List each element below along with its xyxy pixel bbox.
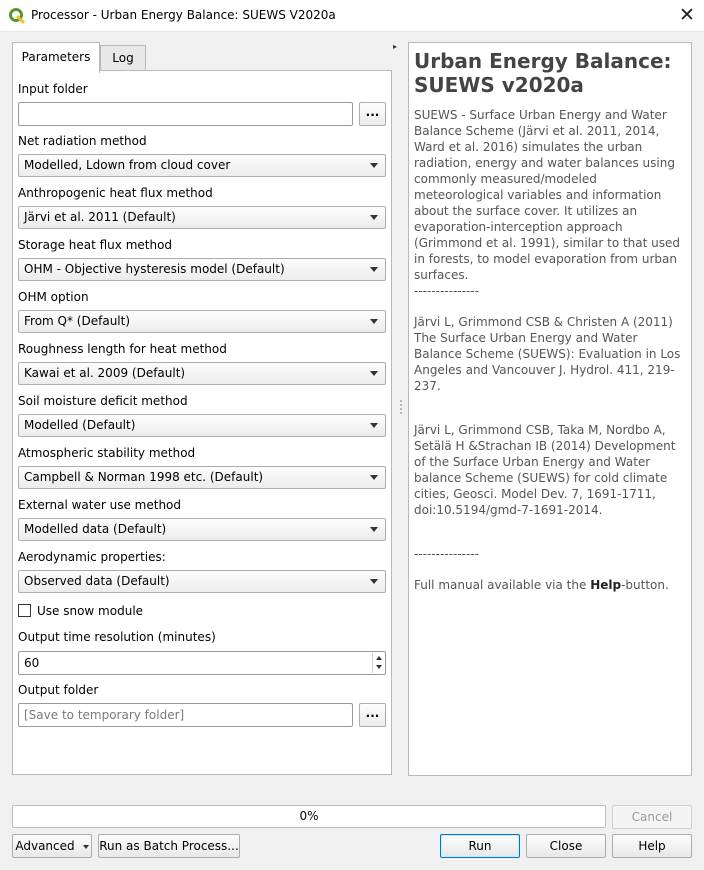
spinner-arrows-icon[interactable]	[372, 653, 384, 673]
close-button[interactable]: Close	[526, 834, 606, 858]
net-radiation-label: Net radiation method	[18, 134, 147, 148]
tab-log[interactable]: Log	[100, 45, 146, 71]
chevron-down-icon	[370, 371, 378, 376]
stability-select[interactable]: Campbell & Norman 1998 etc. (Default)	[18, 466, 386, 489]
anthropogenic-value: Järvi et al. 2011 (Default)	[24, 210, 176, 224]
anthropogenic-label: Anthropogenic heat flux method	[18, 186, 213, 200]
storage-value: OHM - Objective hysteresis model (Defaul…	[24, 262, 285, 276]
help-description: SUEWS - Surface Urban Energy and Water B…	[414, 108, 681, 282]
aero-label: Aerodynamic properties:	[18, 550, 166, 564]
snow-label: Use snow module	[37, 604, 144, 618]
help-manual-note: Full manual available via the Help-butto…	[414, 578, 669, 592]
help-separator: ---------------	[414, 547, 479, 561]
net-radiation-select[interactable]: Modelled, Ldown from cloud cover	[18, 154, 386, 177]
water-use-label: External water use method	[18, 498, 182, 512]
help-separator: ---------------	[414, 284, 479, 298]
input-folder-field[interactable]	[18, 102, 353, 126]
title-bar: Processor - Urban Energy Balance: SUEWS …	[0, 0, 704, 32]
ohm-value: From Q* (Default)	[24, 314, 131, 328]
cancel-button[interactable]: Cancel	[612, 805, 692, 829]
run-button[interactable]: Run	[440, 834, 520, 858]
ohm-select[interactable]: From Q* (Default)	[18, 310, 386, 333]
output-folder-field[interactable]: [Save to temporary folder]	[18, 703, 353, 727]
ohm-label: OHM option	[18, 290, 89, 304]
splitter-handle[interactable]	[400, 400, 402, 414]
aero-value: Observed data (Default)	[24, 574, 170, 588]
chevron-down-icon	[370, 319, 378, 324]
window-title: Processor - Urban Energy Balance: SUEWS …	[31, 8, 336, 22]
soil-select[interactable]: Modelled (Default)	[18, 414, 386, 437]
water-use-select[interactable]: Modelled data (Default)	[18, 518, 386, 541]
help-reference-1: Järvi L, Grimmond CSB & Christen A (2011…	[414, 315, 681, 393]
roughness-label: Roughness length for heat method	[18, 342, 227, 356]
input-folder-label: Input folder	[18, 82, 88, 96]
run-batch-button[interactable]: Run as Batch Process...	[98, 834, 240, 858]
close-window-icon[interactable]: ✕	[670, 0, 704, 32]
chevron-down-icon	[370, 267, 378, 272]
net-radiation-value: Modelled, Ldown from cloud cover	[24, 158, 231, 172]
snow-checkbox[interactable]	[18, 604, 31, 617]
help-link: Help	[590, 578, 622, 592]
soil-value: Modelled (Default)	[24, 418, 136, 432]
help-title: Urban Energy Balance: SUEWS v2020a	[414, 49, 672, 97]
chevron-down-icon	[370, 475, 378, 480]
roughness-select[interactable]: Kawai et al. 2009 (Default)	[18, 362, 386, 385]
anthropogenic-select[interactable]: Järvi et al. 2011 (Default)	[18, 206, 386, 229]
time-res-value: 60	[24, 656, 40, 670]
soil-label: Soil moisture deficit method	[18, 394, 188, 408]
help-reference-2: Järvi L, Grimmond CSB, Taka M, Nordbo A,…	[414, 423, 676, 517]
chevron-down-icon	[370, 579, 378, 584]
input-folder-browse-button[interactable]: ...	[359, 102, 386, 126]
help-button[interactable]: Help	[612, 834, 692, 858]
aero-select[interactable]: Observed data (Default)	[18, 570, 386, 593]
progress-bar: 0%	[12, 805, 606, 828]
storage-label: Storage heat flux method	[18, 238, 173, 252]
output-folder-browse-button[interactable]: ...	[359, 703, 386, 727]
advanced-label: Advanced	[15, 839, 75, 853]
tab-parameters[interactable]: Parameters	[12, 42, 100, 73]
stability-value: Campbell & Norman 1998 etc. (Default)	[24, 470, 264, 484]
qgis-icon	[9, 8, 25, 24]
advanced-button[interactable]: Advanced	[12, 834, 92, 858]
chevron-down-icon	[370, 527, 378, 532]
chevron-down-icon	[82, 844, 89, 849]
chevron-down-icon	[370, 163, 378, 168]
output-folder-label: Output folder	[18, 683, 99, 697]
help-panel: Urban Energy Balance: SUEWS v2020a SUEWS…	[408, 42, 692, 776]
water-use-value: Modelled data (Default)	[24, 522, 167, 536]
collapse-arrow-icon[interactable]: ▸	[393, 42, 397, 51]
roughness-value: Kawai et al. 2009 (Default)	[24, 366, 186, 380]
storage-select[interactable]: OHM - Objective hysteresis model (Defaul…	[18, 258, 386, 281]
time-res-label: Output time resolution (minutes)	[18, 630, 216, 644]
stability-label: Atmospheric stability method	[18, 446, 196, 460]
chevron-down-icon	[370, 215, 378, 220]
time-res-spinbox[interactable]: 60	[18, 651, 386, 675]
chevron-down-icon	[370, 423, 378, 428]
